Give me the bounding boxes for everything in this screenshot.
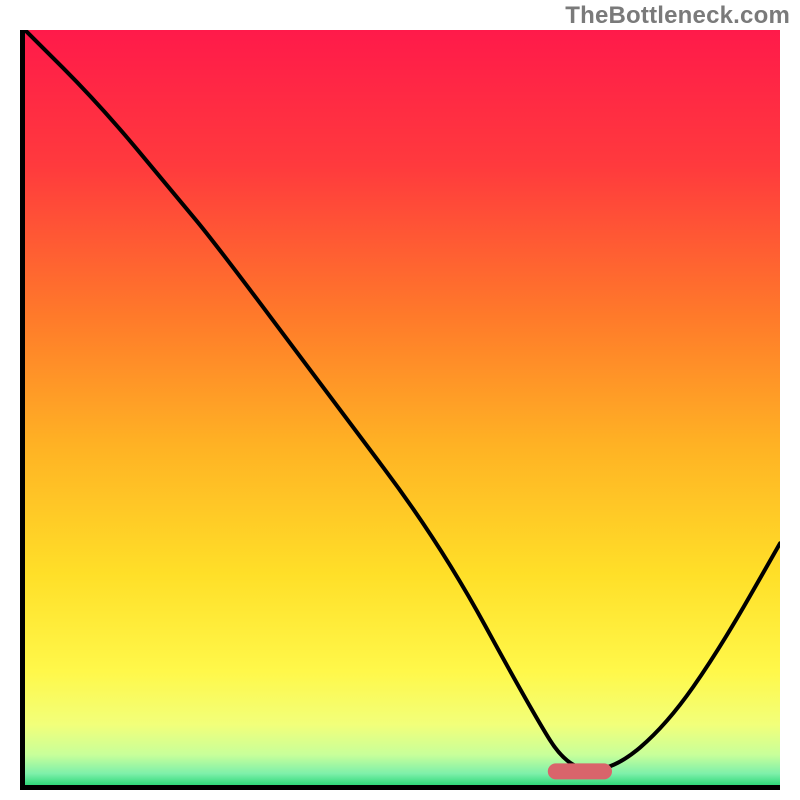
chart-canvas: TheBottleneck.com [0, 0, 800, 800]
plot-axes [20, 30, 780, 790]
watermark-text: TheBottleneck.com [565, 2, 790, 30]
